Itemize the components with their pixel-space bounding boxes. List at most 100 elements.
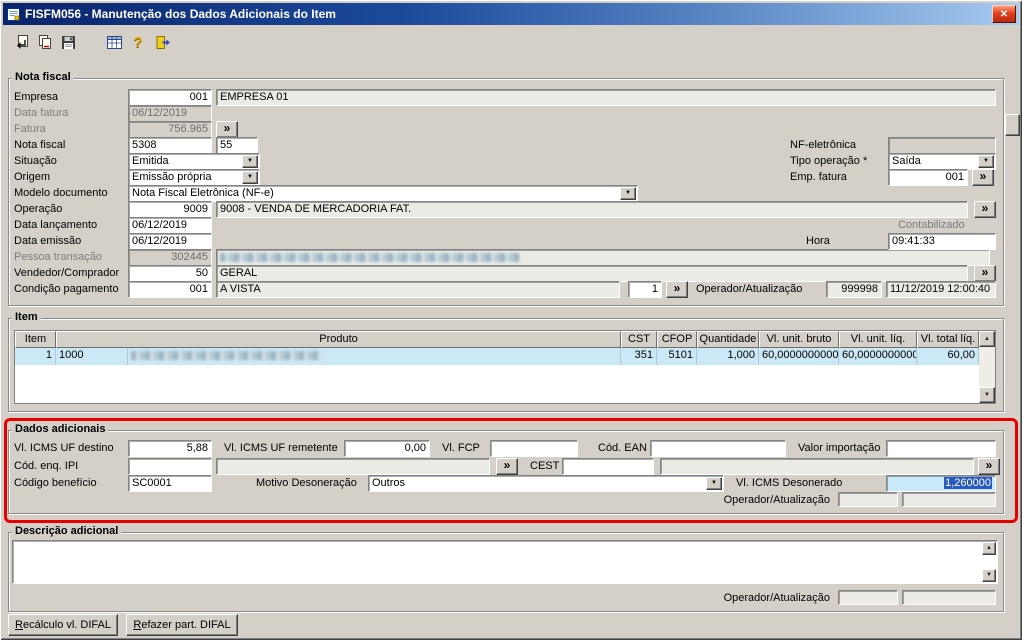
chevron-down-icon[interactable]: ▼ [706, 477, 722, 490]
close-button[interactable]: ✕ [992, 5, 1016, 23]
vl-icms-uf-destino-label: Vl. ICMS UF destino [14, 442, 114, 454]
empresa-name-field: EMPRESA 01 [216, 89, 996, 106]
fatura-lookup-button[interactable]: » [216, 121, 238, 138]
data-emissao-field[interactable]: 06/12/2019 [128, 233, 212, 250]
chevron-down-icon[interactable]: ▼ [620, 187, 636, 200]
return-icon[interactable] [8, 30, 32, 54]
vl-icms-desonerado-label: Vl. ICMS Desonerado [736, 477, 843, 489]
nota-fiscal-serie-field[interactable]: 55 [216, 137, 258, 154]
tipo-operacao-value: Saída [892, 155, 921, 167]
nota-fiscal-legend: Nota fiscal [12, 71, 74, 84]
dados-adicionais-legend: Dados adicionais [12, 423, 109, 436]
exit-icon[interactable] [150, 30, 174, 54]
valor-importacao-field[interactable] [886, 440, 996, 457]
refazer-difal-button[interactable]: Refazer part. DIFAL [126, 614, 238, 636]
col-header-item[interactable]: Item [15, 331, 56, 348]
emp-fatura-label: Emp. fatura [790, 171, 847, 183]
cod-ean-field[interactable] [650, 440, 786, 457]
cod-enq-ipi-lookup-button[interactable]: » [496, 458, 518, 475]
col-header-produto[interactable]: Produto [56, 331, 621, 348]
cest-desc-field [660, 458, 974, 475]
scroll-down-icon[interactable]: ▼ [979, 387, 995, 403]
chevron-down-icon[interactable]: ▼ [242, 171, 258, 184]
scroll-down-icon[interactable]: ▼ [982, 569, 996, 582]
origem-combo[interactable]: Emissão própria ▼ [128, 169, 260, 186]
cest-lookup-button[interactable]: » [978, 458, 1000, 475]
vendedor-code-field[interactable]: 50 [128, 265, 212, 282]
emp-fatura-lookup-button[interactable]: » [972, 169, 994, 186]
empresa-code-field[interactable]: 001 [128, 89, 212, 106]
scroll-up-icon[interactable]: ▲ [982, 542, 996, 555]
pessoa-transacao-name-field [216, 249, 990, 266]
chevron-down-icon[interactable]: ▼ [242, 155, 258, 168]
motivo-desoneracao-combo[interactable]: Outros ▼ [368, 475, 724, 492]
col-header-vl-unit-liq[interactable]: Vl. unit. líq. [839, 331, 917, 348]
vendedor-lookup-button[interactable]: » [974, 265, 996, 282]
emp-fatura-field[interactable]: 001 [888, 169, 968, 186]
save-copy-icon[interactable] [32, 30, 56, 54]
descricao-operador-code-field [838, 590, 898, 605]
redacted-value [220, 252, 520, 262]
hora-label: Hora [806, 235, 830, 247]
vl-icms-uf-remetente-label: Vl. ICMS UF remetente [224, 442, 338, 454]
cest-field[interactable] [562, 458, 654, 475]
situacao-value: Emitida [132, 155, 169, 167]
condicao-desc-field: A VISTA [216, 281, 620, 298]
vl-icms-uf-remetente-field[interactable]: 0,00 [344, 440, 430, 457]
scroll-up-icon[interactable]: ▲ [979, 331, 995, 347]
origem-value: Emissão própria [132, 171, 212, 183]
cod-enq-ipi-label: Cód. enq. IPI [14, 460, 79, 472]
col-header-vl-total-liq[interactable]: Vl. total líq. [917, 331, 979, 348]
cell-item: 1 [15, 348, 56, 365]
situacao-label: Situação [14, 155, 57, 167]
data-lancamento-field[interactable]: 06/12/2019 [128, 217, 212, 234]
app-icon [6, 7, 21, 22]
modelo-documento-value: Nota Fiscal Eletrônica (NF-e) [132, 187, 274, 199]
recalculo-difal-button[interactable]: Recálculo vl. DIFAL [8, 614, 118, 636]
operador-code-field: 999998 [826, 281, 882, 298]
operacao-desc-field: 9008 - VENDA DE MERCADORIA FAT. [216, 201, 968, 218]
vl-icms-desonerado-field[interactable]: 1,260000 [886, 475, 996, 492]
tipo-operacao-label: Tipo operação * [790, 155, 868, 167]
condicao-code-field[interactable]: 001 [128, 281, 212, 298]
chevron-down-icon[interactable]: ▼ [978, 155, 994, 168]
operacao-label: Operação [14, 203, 63, 215]
descricao-adicional-legend: Descrição adicional [12, 525, 122, 538]
motivo-desoneracao-value: Outros [372, 477, 406, 489]
item-table-header: Item Produto CST CFOP Quantidade Vl. uni… [15, 331, 979, 348]
cod-enq-ipi-field[interactable] [128, 458, 212, 475]
save-icon[interactable] [56, 30, 80, 54]
condicao-lookup-button[interactable]: » [666, 281, 688, 298]
help-icon[interactable]: ? [126, 30, 150, 54]
tipo-operacao-combo[interactable]: Saída ▼ [888, 153, 996, 170]
table-row[interactable]: 1 1000 351 5101 1,000 60,0000000000 60,0… [15, 348, 979, 365]
cell-vl-unit-liq: 60,0000000000 [839, 348, 917, 365]
vl-fcp-field[interactable] [490, 440, 578, 457]
col-header-cst[interactable]: CST [621, 331, 657, 348]
col-header-quantidade[interactable]: Quantidade [697, 331, 759, 348]
form-scrollbar-thumb[interactable] [1005, 114, 1020, 136]
close-icon: ✕ [999, 8, 1009, 20]
operacao-lookup-button[interactable]: » [974, 201, 996, 218]
empresa-label: Empresa [14, 91, 59, 103]
situacao-combo[interactable]: Emitida ▼ [128, 153, 260, 170]
parcela-field[interactable]: 1 [628, 281, 662, 298]
title-bar[interactable]: FISFM056 - Manutenção dos Dados Adiciona… [3, 3, 1019, 25]
col-header-vl-unit-bruto[interactable]: Vl. unit. bruto [759, 331, 839, 348]
fatura-label: Fatura [14, 123, 46, 135]
codigo-beneficio-field[interactable]: SC0001 [128, 475, 212, 492]
cell-cfop: 5101 [657, 348, 697, 365]
col-header-cfop[interactable]: CFOP [657, 331, 697, 348]
nota-fiscal-numero-field[interactable]: 5308 [128, 137, 212, 154]
data-emissao-label: Data emissão [14, 235, 82, 247]
modelo-documento-combo[interactable]: Nota Fiscal Eletrônica (NF-e) ▼ [128, 185, 638, 202]
descricao-adicional-textarea[interactable]: ▲ ▼ [12, 540, 998, 584]
operacao-code-field[interactable]: 9009 [128, 201, 212, 218]
modelo-documento-label: Modelo documento [14, 187, 108, 199]
data-fatura-label: Data fatura [14, 107, 69, 119]
fatura-field: 756.965 [128, 121, 212, 138]
cest-label: CEST [530, 460, 560, 472]
table-icon[interactable] [102, 30, 126, 54]
item-table-scrollbar[interactable]: ▲ ▼ [979, 331, 995, 403]
vl-icms-uf-destino-field[interactable]: 5,88 [128, 440, 212, 457]
